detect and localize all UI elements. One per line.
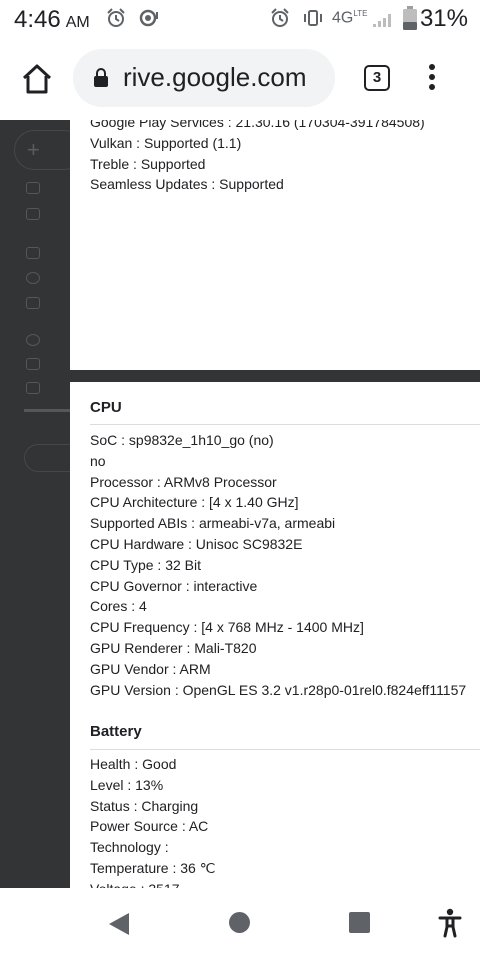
network-type: 4GLTE [332,9,368,27]
sidebar-icon [26,334,40,346]
battery-line: Temperature : 36 ℃ [90,859,216,876]
battery-percent: 31% [419,5,468,32]
battery-line: Level : 13% [90,776,164,793]
cpu-battery-card: CPU SoC : sp9832e_1h10_go (no) no Proces… [70,382,480,888]
url-text[interactable]: rive.google.com [123,62,307,93]
sidebar-icon [26,208,40,220]
battery-icon [403,6,417,30]
home-icon[interactable] [20,62,54,96]
battery-title: Battery [90,723,142,740]
battery-line: Status : Charging [90,797,199,814]
cpu-line: Processor : ARMv8 Processor [90,473,277,490]
home-button-icon[interactable] [229,912,250,933]
menu-icon[interactable] [427,64,437,96]
cpu-line: CPU Architecture : [4 x 1.40 GHz] [90,494,299,511]
recents-icon[interactable] [349,912,370,933]
info-line: Google Play Services : 21.30.16 (170304-… [90,120,425,130]
page-content: + Google Play Services : 21.30.16 (17030… [0,120,480,888]
cpu-line: GPU Vendor : ARM [90,660,211,677]
battery-line: Voltage : 3517 [90,879,215,888]
sidebar-icon [26,247,40,259]
cpu-line: GPU Version : OpenGL ES 3.2 v1.r28p0-01r… [90,681,467,698]
divider [90,424,480,425]
sidebar-icon [26,382,40,394]
status-bar: 4:46 AM 4GLTE 31% [0,0,480,38]
sidebar-icon [26,358,40,370]
cpu-lines: SoC : sp9832e_1h10_go (no) no Processor … [90,430,466,700]
vibrate-icon [304,10,322,26]
cpu-line: Cores : 4 [90,598,147,615]
info-line: Seamless Updates : Supported [90,176,284,193]
sidebar-icon [26,182,40,194]
cpu-line: GPU Renderer : Mali-T820 [90,639,257,656]
info-line: Treble : Supported [90,155,206,172]
alarm-icon [107,8,125,27]
info-line: Vulkan : Supported (1.1) [90,134,242,151]
battery-line: Technology : [90,839,169,856]
plus-icon: + [27,137,40,162]
divider [90,749,480,750]
lock-icon [94,68,108,87]
cpu-line: CPU Hardware : Unisoc SC9832E [90,535,303,552]
address-bar[interactable]: rive.google.com [73,49,335,107]
cpu-line: SoC : sp9832e_1h10_go (no) [90,432,274,448]
cpu-line: CPU Frequency : [4 x 768 MHz - 1400 MHz] [90,619,364,636]
cpu-section: CPU [90,398,122,419]
battery-section: Battery [90,722,142,743]
status-ampm: AM [65,14,90,31]
sidebar-icon [26,272,40,284]
cpu-title: CPU [90,399,122,416]
cpu-line: CPU Type : 32 Bit [90,556,202,573]
cpu-line: CPU Governor : interactive [90,577,258,594]
drive-sidebar-dimmed: + [0,120,94,888]
sidebar-icon [26,297,40,309]
status-time: 4:46 AM [14,6,90,33]
back-icon[interactable] [108,912,130,936]
battery-line: Power Source : AC [90,818,209,835]
storage-bar [24,409,70,412]
navigation-bar [0,888,480,960]
network-sup: LTE [353,9,368,18]
signal-icon [373,14,391,27]
software-info: Google Play Services : 21.30.16 (170304-… [90,120,425,195]
notification-icon [139,9,158,27]
cpu-line: no [90,452,106,469]
tabs-icon[interactable]: 3 [364,65,390,91]
browser-toolbar: rive.google.com 3 [0,38,480,120]
cpu-line: Supported ABIs : armeabi-v7a, armeabi [90,515,336,532]
device-info-card: Google Play Services : 21.30.16 (170304-… [70,120,480,370]
accessibility-icon[interactable] [438,908,462,938]
battery-line: Health : Good [90,756,177,772]
battery-lines: Health : Good Level : 13% Status : Charg… [90,754,215,888]
alarm-icon [271,8,289,27]
